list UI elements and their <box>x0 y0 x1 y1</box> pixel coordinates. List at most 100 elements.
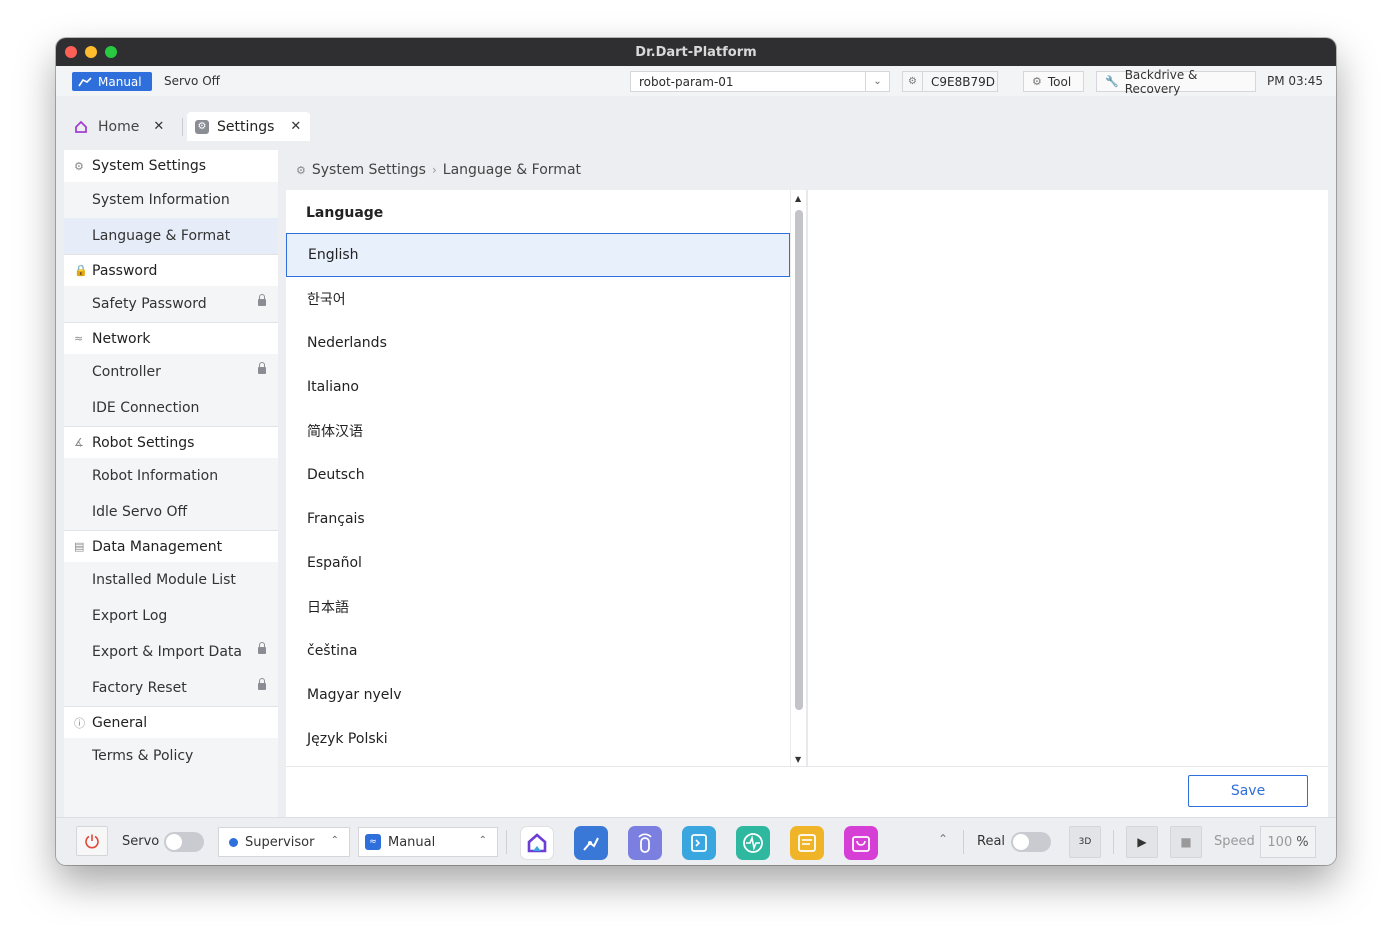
sidebar-item-ide-connection[interactable]: IDE Connection <box>64 390 278 426</box>
chevron-right-icon: › <box>431 163 437 177</box>
scroll-up-arrow-icon[interactable]: ▲ <box>795 194 801 203</box>
language-option-dutch[interactable]: Nederlands <box>286 321 790 365</box>
language-option-label: Nederlands <box>307 335 387 351</box>
gear-icon: ⚙ <box>74 159 84 173</box>
language-option-label: Magyar nyelv <box>307 687 402 703</box>
remote-app-icon[interactable] <box>628 826 662 860</box>
backdrive-label: Backdrive & Recovery <box>1124 67 1198 96</box>
speed-label: Speed <box>1214 834 1255 849</box>
chevron-down-icon: ⌄ <box>865 72 889 91</box>
tool-button[interactable]: ⚙ Tool <box>1023 71 1084 92</box>
sidebar-group-label: Data Management <box>92 538 223 555</box>
servo-label: Servo <box>122 834 160 849</box>
close-icon[interactable]: ✕ <box>153 119 164 134</box>
language-title: Language <box>306 205 384 221</box>
language-option-english[interactable]: English <box>286 233 790 277</box>
view-3d-button[interactable]: 3D <box>1069 826 1101 858</box>
language-option-japanese[interactable]: 日本語 <box>286 585 790 629</box>
sidebar-item-system-information[interactable]: System Information <box>64 182 278 218</box>
servo-toggle[interactable] <box>164 832 204 852</box>
language-option-hungarian[interactable]: Magyar nyelv <box>286 673 790 717</box>
lock-icon <box>258 362 266 375</box>
sidebar-item-controller[interactable]: Controller <box>64 354 278 390</box>
language-option-label: 한국어 <box>307 292 346 308</box>
robot-arm-icon <box>78 76 92 86</box>
language-option-spanish[interactable]: Español <box>286 541 790 585</box>
speed-input[interactable]: 100 % <box>1260 826 1316 858</box>
close-window-button[interactable] <box>65 46 77 58</box>
sidebar-item-terms-policy[interactable]: Terms & Policy <box>64 738 278 774</box>
language-option-polish[interactable]: Język Polski <box>286 717 790 761</box>
minimize-window-button[interactable] <box>85 46 97 58</box>
language-option-label: 日本語 <box>307 600 349 616</box>
save-button[interactable]: Save <box>1188 775 1308 807</box>
toggle-knob <box>1013 834 1029 850</box>
sidebar-item-export-log[interactable]: Export Log <box>64 598 278 634</box>
detail-panel <box>806 190 1328 766</box>
language-option-chinese[interactable]: 简体汉语 <box>286 409 790 453</box>
sidebar-group-robot-settings[interactable]: ∡ Robot Settings <box>64 426 278 458</box>
robot-param-select[interactable]: robot-param-01 ⌄ <box>630 71 890 92</box>
mode-select[interactable]: ≈ Manual ⌃ <box>358 827 498 857</box>
play-button[interactable]: ▶ <box>1126 826 1158 858</box>
chevron-up-icon[interactable]: ⌃ <box>938 832 948 846</box>
app-window: Dr.Dart-Platform Manual Servo Off robot-… <box>56 38 1336 865</box>
language-option-german[interactable]: Deutsch <box>286 453 790 497</box>
lock-icon: 🔒 <box>74 264 88 277</box>
toolbar-divider <box>963 830 964 854</box>
language-option-label: 简体汉语 <box>307 424 363 440</box>
sidebar-group-general[interactable]: ⓘ General <box>64 706 278 738</box>
robot-app-icon[interactable] <box>574 826 608 860</box>
serial-box[interactable]: ⚙ C9E8B79D <box>902 71 998 92</box>
sidebar-item-idle-servo-off[interactable]: Idle Servo Off <box>64 494 278 530</box>
language-option-french[interactable]: Français <box>286 497 790 541</box>
real-toggle[interactable] <box>1011 832 1051 852</box>
sidebar-group-data-management[interactable]: ▤ Data Management <box>64 530 278 562</box>
backdrive-recovery-button[interactable]: 🔧 Backdrive & Recovery <box>1096 68 1256 96</box>
language-option-czech[interactable]: čeština <box>286 629 790 673</box>
language-option-italian[interactable]: Italiano <box>286 365 790 409</box>
store-app-icon[interactable] <box>844 826 878 860</box>
role-select[interactable]: Supervisor ⌃ <box>218 827 350 857</box>
sidebar-item-safety-password[interactable]: Safety Password <box>64 286 278 322</box>
maximize-window-button[interactable] <box>105 46 117 58</box>
scroll-down-arrow-icon[interactable]: ▼ <box>795 755 801 764</box>
sidebar-item-language-format[interactable]: Language & Format <box>64 218 278 254</box>
tab-home[interactable]: Home ✕ <box>68 112 176 141</box>
sidebar-item-installed-module-list[interactable]: Installed Module List <box>64 562 278 598</box>
sidebar-group-password[interactable]: 🔒 Password <box>64 254 278 286</box>
breadcrumb-root[interactable]: System Settings <box>312 162 426 178</box>
tab-settings[interactable]: ⚙ Settings ✕ <box>187 112 310 141</box>
monitor-app-icon[interactable] <box>736 826 770 860</box>
close-icon[interactable]: ✕ <box>290 119 301 134</box>
language-scrollbar[interactable]: ▲ ▼ <box>790 190 806 766</box>
stop-button[interactable]: ■ <box>1170 826 1202 858</box>
sidebar-item-label: Idle Servo Off <box>92 504 188 520</box>
power-button[interactable] <box>76 826 108 856</box>
supervisor-icon <box>229 837 238 847</box>
scroll-thumb[interactable] <box>795 210 803 710</box>
toolbar-divider <box>1113 830 1114 854</box>
task-app-icon[interactable] <box>682 826 716 860</box>
notes-app-icon[interactable] <box>790 826 824 860</box>
breadcrumb: ⚙ System Settings › Language & Format <box>286 150 1328 190</box>
tab-home-label: Home <box>98 118 140 135</box>
sidebar-item-robot-information[interactable]: Robot Information <box>64 458 278 494</box>
language-option-label: Español <box>307 555 362 571</box>
sidebar-group-label: Network <box>92 330 151 347</box>
sidebar-item-factory-reset[interactable]: Factory Reset <box>64 670 278 706</box>
sidebar-group-system-settings[interactable]: ⚙ System Settings <box>64 150 278 182</box>
sidebar-group-network[interactable]: ≈ Network <box>64 322 278 354</box>
home-app-icon[interactable] <box>520 826 554 860</box>
serial-number: C9E8B79D <box>931 74 995 89</box>
lock-icon <box>258 642 266 655</box>
sidebar-item-label: System Information <box>92 192 230 208</box>
settings-sidebar: ⚙ System Settings System Information Lan… <box>64 150 278 817</box>
document-icon: ▤ <box>74 540 85 553</box>
gear-icon: ⚙ <box>1032 75 1042 88</box>
sidebar-item-export-import-data[interactable]: Export & Import Data <box>64 634 278 670</box>
stop-icon: ■ <box>1180 835 1192 849</box>
mode-badge[interactable]: Manual <box>72 72 152 91</box>
language-option-korean[interactable]: 한국어 <box>286 277 790 321</box>
robot-param-value: robot-param-01 <box>639 74 734 89</box>
